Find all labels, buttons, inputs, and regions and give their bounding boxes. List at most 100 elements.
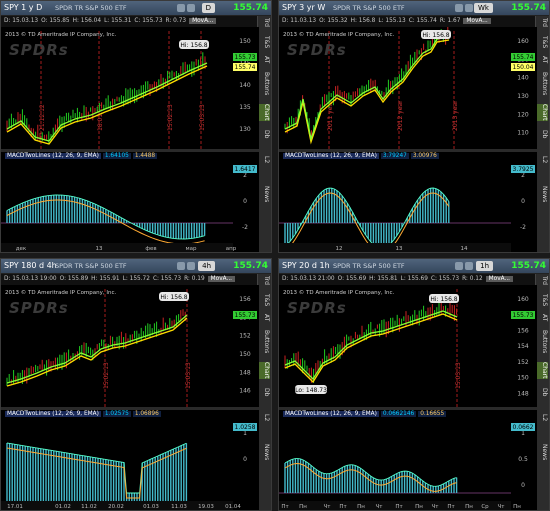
tab-ts[interactable]: T&S <box>259 294 270 306</box>
symbol-description: SPDR TR S&P 500 ETF <box>55 4 127 12</box>
macd-study-name[interactable]: MACDTwoLines (12, 26, 9, EMA) <box>283 153 379 159</box>
tab-ts[interactable]: T&S <box>537 36 548 48</box>
quote-bar: D: 15.03.13 O: 155.85 H: 156.04 L: 155.31 C:… <box>1 16 257 27</box>
macd-study-name[interactable]: MACDTwoLines (12, 26, 9, EMA) <box>5 153 101 159</box>
symbol-label[interactable]: SPY 3 yr W <box>282 1 325 15</box>
studies-menu-button[interactable]: MovA... <box>207 276 236 282</box>
quote-close: C: 155.73 <box>134 18 163 24</box>
tab-news[interactable]: News <box>259 186 270 202</box>
panel-header: SPY 20 d 1h SPDR TR S&P 500 ETF 1h 155.74 <box>279 259 549 274</box>
link-icon[interactable] <box>177 4 185 12</box>
tab-db[interactable]: Db <box>259 388 270 396</box>
tab-trd[interactable]: Trd <box>537 276 548 285</box>
macd-value: 0.0662146 <box>380 411 417 417</box>
high-label: Hi: 156.8 <box>422 32 449 39</box>
tab-ts[interactable]: T&S <box>259 36 270 48</box>
macd-axis-tick: -2 <box>520 224 526 231</box>
tab-at[interactable]: AT <box>537 314 548 321</box>
symbol-label[interactable]: SPY 20 d 1h <box>282 259 330 273</box>
tab-l2[interactable]: L2 <box>259 414 270 421</box>
date-marker-label: 18.01.13 <box>97 104 104 131</box>
price-badge-label: 155.74 <box>235 64 256 71</box>
macd-axis-tick: 0 <box>243 456 247 463</box>
tab-l2[interactable]: L2 <box>259 156 270 163</box>
link-icon[interactable] <box>455 262 463 270</box>
time-scrollbar[interactable] <box>71 252 161 253</box>
tab-news[interactable]: News <box>537 186 548 202</box>
tab-chart[interactable]: Chart <box>537 362 548 379</box>
tab-buttons[interactable]: Buttons <box>537 330 548 353</box>
time-axis-tick: 19.03 <box>198 504 214 510</box>
price-axis-tick: 135 <box>239 104 251 111</box>
tab-trd[interactable]: Trd <box>537 18 548 27</box>
symbol-label[interactable]: SPY 1 y D <box>4 1 42 15</box>
price-axis-tick: 130 <box>239 126 251 133</box>
chart-bg <box>1 285 259 510</box>
settings-icon[interactable] <box>465 4 473 12</box>
macd-value: 3.79247 <box>380 153 409 159</box>
quote-bar: D: 15.03.13 21:00 O: 155.69 H: 155.81 L: 15… <box>279 274 535 285</box>
time-axis-tick: Пн <box>465 504 473 510</box>
timeframe-button[interactable]: D <box>201 3 215 13</box>
macd-study-name[interactable]: MACDTwoLines (12, 26, 9, EMA) <box>5 411 101 417</box>
chart-panel-1: SPY 1 y D SPDR TR S&P 500 ETF D 155.74 D: 15… <box>0 0 272 253</box>
tab-chart[interactable]: Chart <box>259 362 270 379</box>
time-axis-tick: 14 <box>461 246 468 252</box>
link-icon[interactable] <box>455 4 463 12</box>
tab-trd[interactable]: Trd <box>259 18 270 27</box>
high-label: Hi: 156.8 <box>160 294 187 301</box>
quote-close: C: 155.74 <box>408 18 437 24</box>
settings-icon[interactable] <box>187 4 195 12</box>
tab-at[interactable]: AT <box>259 314 270 321</box>
macd-study-name[interactable]: MACDTwoLines (12, 26, 9, EMA) <box>283 411 379 417</box>
tab-db[interactable]: Db <box>537 388 548 396</box>
studies-menu-button[interactable]: MovA... <box>485 276 514 282</box>
macd-axis-tick: 0 <box>521 198 525 205</box>
tab-at[interactable]: AT <box>537 56 548 63</box>
time-axis-tick: фев <box>145 246 156 252</box>
tab-buttons[interactable]: Buttons <box>537 72 548 95</box>
tab-at[interactable]: AT <box>259 56 270 63</box>
studies-menu-button[interactable]: MovA... <box>189 18 217 24</box>
link-icon[interactable] <box>177 262 185 270</box>
copyright-text: 2013 © TD Ameritrade IP Company, Inc. <box>5 32 117 38</box>
time-scrollbar[interactable] <box>349 252 439 253</box>
time-axis-tick: 01.04 <box>225 504 241 510</box>
settings-icon[interactable] <box>465 262 473 270</box>
macd-signal-value: 0.16655 <box>418 411 447 417</box>
tab-chart[interactable]: Chart <box>259 104 270 121</box>
tab-trd[interactable]: Trd <box>259 276 270 285</box>
studies-menu-button[interactable]: MovA... <box>463 18 491 24</box>
side-tabs: Trd T&S AT Buttons Chart Db L2 News <box>257 16 271 252</box>
settings-icon[interactable] <box>187 262 195 270</box>
macd-badge-label: 3.7925 <box>513 166 534 173</box>
price-axis-tick: 156 <box>517 327 529 334</box>
price-axis-tick: 148 <box>517 390 529 397</box>
time-axis-tick: Чт <box>432 504 440 510</box>
last-price: 155.74 <box>233 261 268 271</box>
tab-news[interactable]: News <box>537 444 548 460</box>
tab-l2[interactable]: L2 <box>537 156 548 163</box>
tab-db[interactable]: Db <box>259 130 270 138</box>
symbol-label[interactable]: SPY 180 d 4h <box>4 259 57 273</box>
tab-news[interactable]: News <box>259 444 270 460</box>
timeframe-button[interactable]: 1h <box>476 261 493 271</box>
tab-l2[interactable]: L2 <box>537 414 548 421</box>
quote-high: H: 156.04 <box>72 18 102 24</box>
time-axis-tick: Пт <box>395 504 403 510</box>
price-axis-tick: 120 <box>517 111 529 118</box>
timeframe-button[interactable]: Wk <box>474 3 493 13</box>
time-axis-tick: 13 <box>396 246 403 252</box>
price-axis-tick: 152 <box>239 333 251 340</box>
tab-db[interactable]: Db <box>537 130 548 138</box>
quote-bar: D: 11.03.13 O: 155.32 H: 156.8 L: 155.13 C: … <box>279 16 535 27</box>
timeframe-button[interactable]: 4h <box>198 261 215 271</box>
time-axis-tick: Пн <box>513 504 521 510</box>
time-axis-tick: 11.02 <box>81 504 97 510</box>
tab-buttons[interactable]: Buttons <box>259 72 270 95</box>
tab-buttons[interactable]: Buttons <box>259 330 270 353</box>
macd-value: 1.02575 <box>102 411 131 417</box>
tab-chart[interactable]: Chart <box>537 104 548 121</box>
time-axis-tick: 11.03 <box>171 504 187 510</box>
tab-ts[interactable]: T&S <box>537 294 548 306</box>
